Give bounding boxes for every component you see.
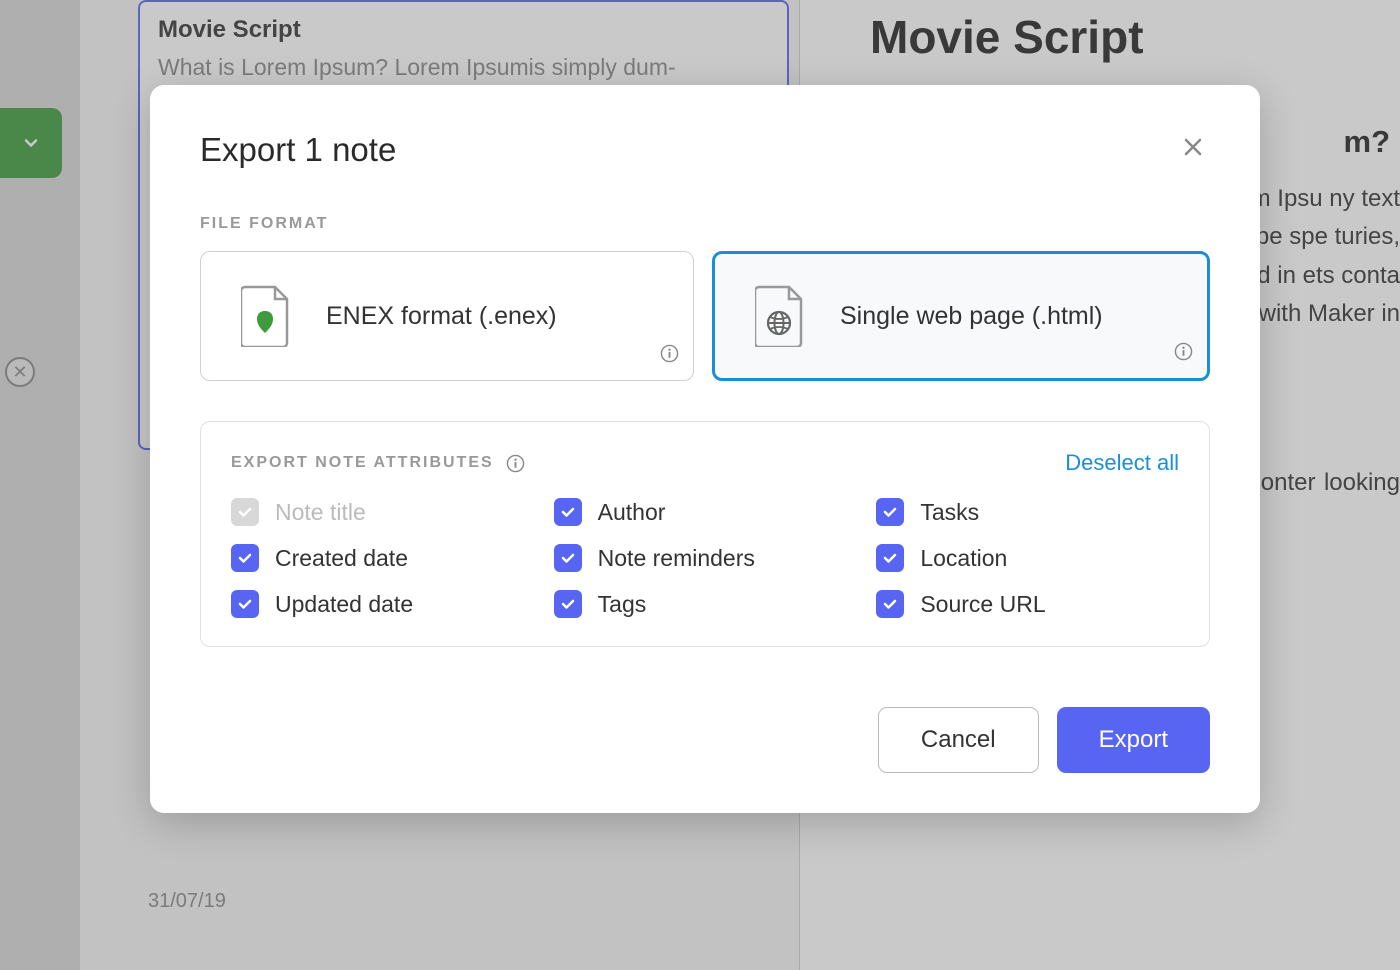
format-option-html[interactable]: Single web page (.html) bbox=[712, 251, 1210, 381]
attr-updated-date: Updated date bbox=[231, 590, 534, 618]
export-button[interactable]: Export bbox=[1057, 707, 1210, 773]
checkbox-tags[interactable] bbox=[554, 590, 582, 618]
checkbox-location[interactable] bbox=[876, 544, 904, 572]
modal-footer: Cancel Export bbox=[200, 707, 1210, 773]
file-format-label: FILE FORMAT bbox=[200, 215, 1210, 233]
format-row: ENEX format (.enex) bbox=[200, 251, 1210, 381]
cancel-button[interactable]: Cancel bbox=[878, 707, 1039, 773]
attr-label-note-reminders: Note reminders bbox=[598, 545, 755, 572]
checkbox-source-url[interactable] bbox=[876, 590, 904, 618]
attr-author: Author bbox=[554, 498, 857, 526]
attr-tasks: Tasks bbox=[876, 498, 1179, 526]
attr-label-note-title: Note title bbox=[275, 499, 366, 526]
close-icon bbox=[1181, 135, 1205, 159]
attr-source-url: Source URL bbox=[876, 590, 1179, 618]
attr-created-date: Created date bbox=[231, 544, 534, 572]
attributes-box: EXPORT NOTE ATTRIBUTES Deselect all Note… bbox=[200, 421, 1210, 647]
modal-header: Export 1 note bbox=[200, 130, 1210, 170]
attr-label-author: Author bbox=[598, 499, 666, 526]
attr-location: Location bbox=[876, 544, 1179, 572]
attr-label-tasks: Tasks bbox=[920, 499, 979, 526]
attr-note-reminders: Note reminders bbox=[554, 544, 857, 572]
format-option-enex[interactable]: ENEX format (.enex) bbox=[200, 251, 694, 381]
attr-label-source-url: Source URL bbox=[920, 591, 1045, 618]
info-icon[interactable] bbox=[1174, 342, 1193, 366]
attr-label-created-date: Created date bbox=[275, 545, 408, 572]
attributes-label: EXPORT NOTE ATTRIBUTES bbox=[231, 454, 494, 472]
checkbox-updated-date[interactable] bbox=[231, 590, 259, 618]
format-label-html: Single web page (.html) bbox=[840, 302, 1103, 331]
attr-tags: Tags bbox=[554, 590, 857, 618]
checkbox-tasks[interactable] bbox=[876, 498, 904, 526]
attributes-header: EXPORT NOTE ATTRIBUTES Deselect all bbox=[231, 450, 1179, 476]
attr-note-title: Note title bbox=[231, 498, 534, 526]
checkbox-created-date[interactable] bbox=[231, 544, 259, 572]
info-icon[interactable] bbox=[660, 344, 679, 368]
modal-title: Export 1 note bbox=[200, 131, 396, 169]
checkbox-author[interactable] bbox=[554, 498, 582, 526]
attr-label-tags: Tags bbox=[598, 591, 647, 618]
checkbox-note-title bbox=[231, 498, 259, 526]
checkbox-note-reminders[interactable] bbox=[554, 544, 582, 572]
format-label-enex: ENEX format (.enex) bbox=[326, 302, 557, 331]
attr-label-location: Location bbox=[920, 545, 1007, 572]
close-button[interactable] bbox=[1176, 130, 1210, 170]
info-icon[interactable] bbox=[506, 454, 525, 473]
deselect-all-link[interactable]: Deselect all bbox=[1065, 450, 1179, 476]
export-modal: Export 1 note FILE FORMAT ENEX format (.… bbox=[150, 85, 1260, 813]
attr-label-updated-date: Updated date bbox=[275, 591, 413, 618]
attributes-grid: Note title Author Tasks Created date bbox=[231, 498, 1179, 618]
enex-file-icon bbox=[241, 285, 291, 347]
html-file-icon bbox=[755, 285, 805, 347]
